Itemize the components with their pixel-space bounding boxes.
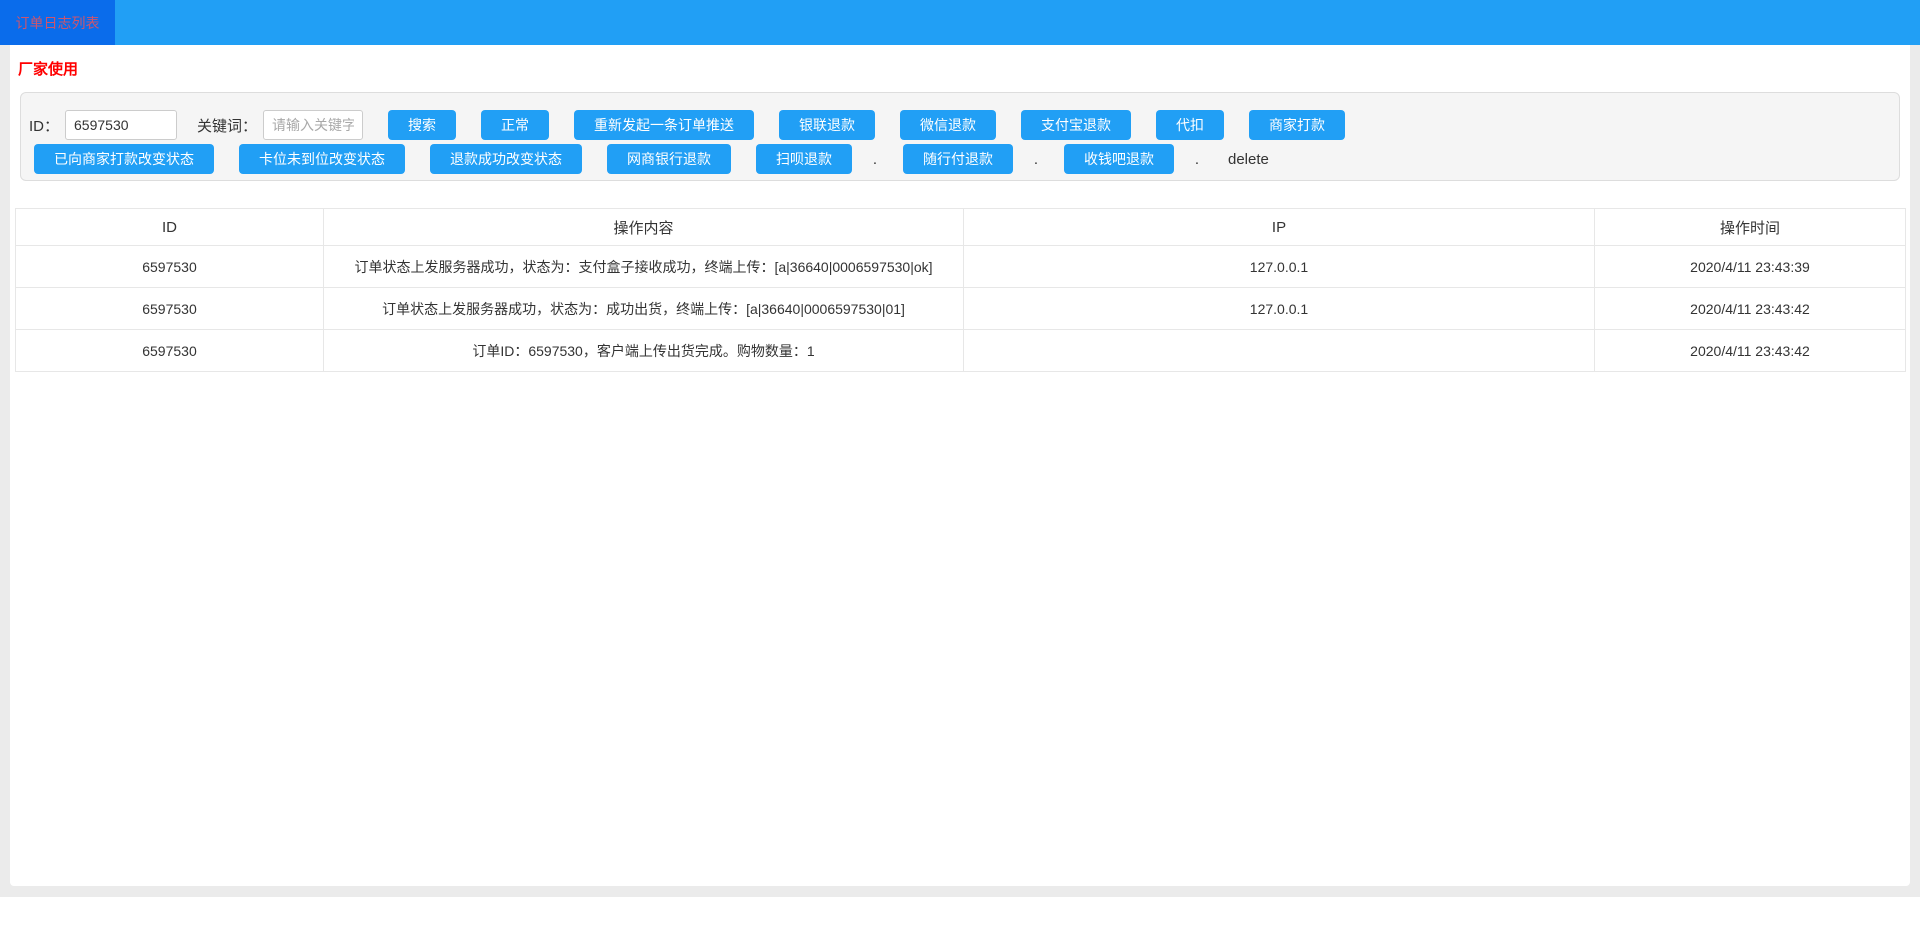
tab-order-log-list-label: 订单日志列表 — [16, 13, 100, 33]
tab-order-log-list[interactable]: 订单日志列表 — [0, 0, 115, 45]
delete-link[interactable]: delete — [1228, 151, 1269, 168]
normal-button[interactable]: 正常 — [481, 110, 549, 140]
cell-time: 2020/4/11 23:43:39 — [1595, 246, 1906, 288]
keyword-input[interactable] — [263, 110, 363, 140]
id-field: ID： — [29, 110, 177, 140]
cell-content: 订单状态上发服务器成功，状态为：支付盒子接收成功，终端上传：[a|36640|0… — [324, 246, 964, 288]
merchant-pay-button[interactable]: 商家打款 — [1249, 110, 1345, 140]
keyword-field: 关键词： — [197, 110, 363, 140]
col-header-id: ID — [16, 209, 324, 246]
id-label: ID： — [29, 115, 59, 136]
search-button[interactable]: 搜索 — [388, 110, 456, 140]
card-missing-status-button[interactable]: 卡位未到位改变状态 — [239, 144, 405, 174]
table-row: 6597530 订单ID：6597530，客户端上传出货完成。购物数量：1 20… — [16, 330, 1906, 372]
withhold-button[interactable]: 代扣 — [1156, 110, 1224, 140]
saobei-refund-button[interactable]: 扫呗退款 — [756, 144, 852, 174]
suixingpay-refund-button[interactable]: 随行付退款 — [903, 144, 1013, 174]
content-card: 厂家使用 ID： 关键词： 搜索 正常 重新发起一条订单推送 银联退款 微信退款… — [10, 45, 1910, 886]
cell-ip: 127.0.0.1 — [964, 246, 1595, 288]
dot-separator: . — [872, 151, 878, 168]
mybank-refund-button[interactable]: 网商银行退款 — [607, 144, 731, 174]
cell-id: 6597530 — [16, 330, 324, 372]
log-table: ID 操作内容 IP 操作时间 6597530 订单状态上发服务器成功，状态为：… — [15, 208, 1906, 372]
search-row-1: ID： 关键词： 搜索 正常 重新发起一条订单推送 银联退款 微信退款 支付宝退… — [29, 110, 1891, 140]
col-header-time: 操作时间 — [1595, 209, 1906, 246]
refund-success-status-button[interactable]: 退款成功改变状态 — [430, 144, 582, 174]
page-background: 厂家使用 ID： 关键词： 搜索 正常 重新发起一条订单推送 银联退款 微信退款… — [0, 45, 1920, 897]
col-header-ip: IP — [964, 209, 1595, 246]
cell-content: 订单ID：6597530，客户端上传出货完成。购物数量：1 — [324, 330, 964, 372]
dot-separator: . — [1194, 151, 1200, 168]
search-row-2: 已向商家打款改变状态 卡位未到位改变状态 退款成功改变状态 网商银行退款 扫呗退… — [29, 144, 1891, 174]
shouqianba-refund-button[interactable]: 收钱吧退款 — [1064, 144, 1174, 174]
alipay-refund-button[interactable]: 支付宝退款 — [1021, 110, 1131, 140]
cell-time: 2020/4/11 23:43:42 — [1595, 288, 1906, 330]
cell-id: 6597530 — [16, 288, 324, 330]
dot-separator: . — [1033, 151, 1039, 168]
unionpay-refund-button[interactable]: 银联退款 — [779, 110, 875, 140]
col-header-content: 操作内容 — [324, 209, 964, 246]
table-row: 6597530 订单状态上发服务器成功，状态为：支付盒子接收成功，终端上传：[a… — [16, 246, 1906, 288]
table-header-row: ID 操作内容 IP 操作时间 — [16, 209, 1906, 246]
paid-merchant-status-button[interactable]: 已向商家打款改变状态 — [34, 144, 214, 174]
search-panel: ID： 关键词： 搜索 正常 重新发起一条订单推送 银联退款 微信退款 支付宝退… — [20, 92, 1900, 181]
cell-ip: 127.0.0.1 — [964, 288, 1595, 330]
section-title: 厂家使用 — [18, 58, 1910, 79]
cell-id: 6597530 — [16, 246, 324, 288]
cell-ip — [964, 330, 1595, 372]
keyword-label: 关键词： — [197, 115, 257, 136]
resend-order-push-button[interactable]: 重新发起一条订单推送 — [574, 110, 754, 140]
cell-time: 2020/4/11 23:43:42 — [1595, 330, 1906, 372]
id-input[interactable] — [65, 110, 177, 140]
wechat-refund-button[interactable]: 微信退款 — [900, 110, 996, 140]
table-row: 6597530 订单状态上发服务器成功，状态为：成功出货，终端上传：[a|366… — [16, 288, 1906, 330]
cell-content: 订单状态上发服务器成功，状态为：成功出货，终端上传：[a|36640|00065… — [324, 288, 964, 330]
top-navbar: 订单日志列表 — [0, 0, 1920, 45]
